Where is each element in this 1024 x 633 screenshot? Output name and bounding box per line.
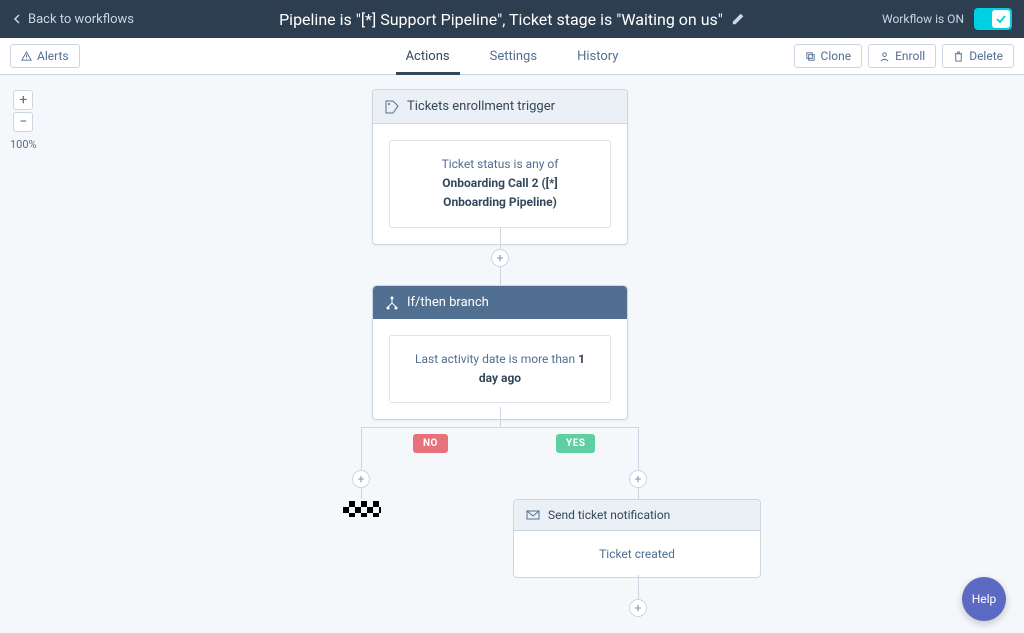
tab-settings[interactable]: Settings [470, 38, 557, 75]
enroll-icon [879, 51, 890, 62]
connector-line [638, 488, 639, 499]
edit-icon[interactable] [731, 12, 745, 26]
back-label: Back to workflows [28, 12, 134, 27]
notification-header-text: Send ticket notification [548, 508, 670, 522]
delete-button[interactable]: Delete [942, 44, 1014, 68]
trash-icon [953, 51, 964, 62]
connector-line [361, 427, 362, 499]
delete-label: Delete [969, 49, 1003, 63]
alerts-button[interactable]: Alerts [10, 44, 80, 68]
add-action-button-no[interactable]: + [352, 470, 370, 488]
page-title: Pipeline is "[*] Support Pipeline", Tick… [279, 10, 723, 29]
zoom-controls: + − 100% [10, 90, 37, 151]
branch-node-header: If/then branch [373, 286, 627, 319]
back-link[interactable]: Back to workflows [12, 12, 134, 27]
enroll-label: Enroll [895, 49, 925, 63]
branch-yes-badge: YES [556, 434, 595, 453]
trigger-node[interactable]: Tickets enrollment trigger Ticket status… [372, 89, 628, 245]
app-header: Back to workflows Pipeline is "[*] Suppo… [0, 0, 1024, 38]
mail-icon [526, 508, 540, 522]
finish-flag-icon [343, 501, 381, 517]
enroll-button[interactable]: Enroll [868, 44, 936, 68]
toolbar-right: Clone Enroll Delete [794, 44, 1014, 68]
tabs-bar: Alerts Actions Settings History Clone En… [0, 38, 1024, 75]
add-action-button-after[interactable]: + [629, 599, 647, 617]
help-button[interactable]: Help [962, 577, 1006, 621]
branch-header-text: If/then branch [407, 295, 489, 310]
trigger-header-text: Tickets enrollment trigger [407, 99, 555, 114]
checkmark-icon [996, 14, 1006, 24]
workflow-status-label: Workflow is ON [882, 12, 964, 26]
tag-icon [385, 100, 399, 114]
zoom-in-button[interactable]: + [13, 90, 33, 110]
notification-header: Send ticket notification [514, 500, 760, 531]
zoom-out-button[interactable]: − [13, 112, 33, 132]
clone-label: Clone [821, 49, 852, 63]
notification-body: Ticket created [514, 531, 760, 577]
trigger-condition: Ticket status is any of Onboarding Call … [389, 140, 611, 228]
zoom-level: 100% [10, 138, 37, 151]
toggle-knob [992, 10, 1010, 28]
tab-history[interactable]: History [557, 38, 638, 75]
notification-node[interactable]: Send ticket notification Ticket created [513, 499, 761, 578]
toolbar-left: Alerts [10, 44, 80, 68]
add-action-button[interactable]: + [491, 249, 509, 267]
trigger-body: Ticket status is any of Onboarding Call … [373, 124, 627, 244]
connector-line [361, 427, 639, 428]
alert-icon [21, 51, 32, 62]
connector-line [500, 407, 501, 427]
add-action-button-yes[interactable]: + [629, 470, 647, 488]
workflow-toggle[interactable] [974, 8, 1012, 30]
clone-button[interactable]: Clone [794, 44, 863, 68]
workflow-canvas[interactable]: + − 100% Tickets enrollment trigger Tick… [0, 75, 1024, 633]
page-title-wrap: Pipeline is "[*] Support Pipeline", Tick… [279, 10, 745, 29]
branch-no-badge: NO [413, 434, 448, 453]
chevron-left-icon [12, 14, 22, 24]
alerts-label: Alerts [37, 49, 69, 63]
branch-node[interactable]: If/then branch Last activity date is mor… [372, 285, 628, 420]
branch-condition: Last activity date is more than 1 day ag… [389, 335, 611, 403]
tab-actions[interactable]: Actions [386, 38, 470, 75]
header-right: Workflow is ON [882, 8, 1012, 30]
branch-body: Last activity date is more than 1 day ag… [373, 319, 627, 419]
branch-icon [385, 296, 399, 310]
trigger-node-header: Tickets enrollment trigger [373, 90, 627, 124]
clone-icon [805, 51, 816, 62]
